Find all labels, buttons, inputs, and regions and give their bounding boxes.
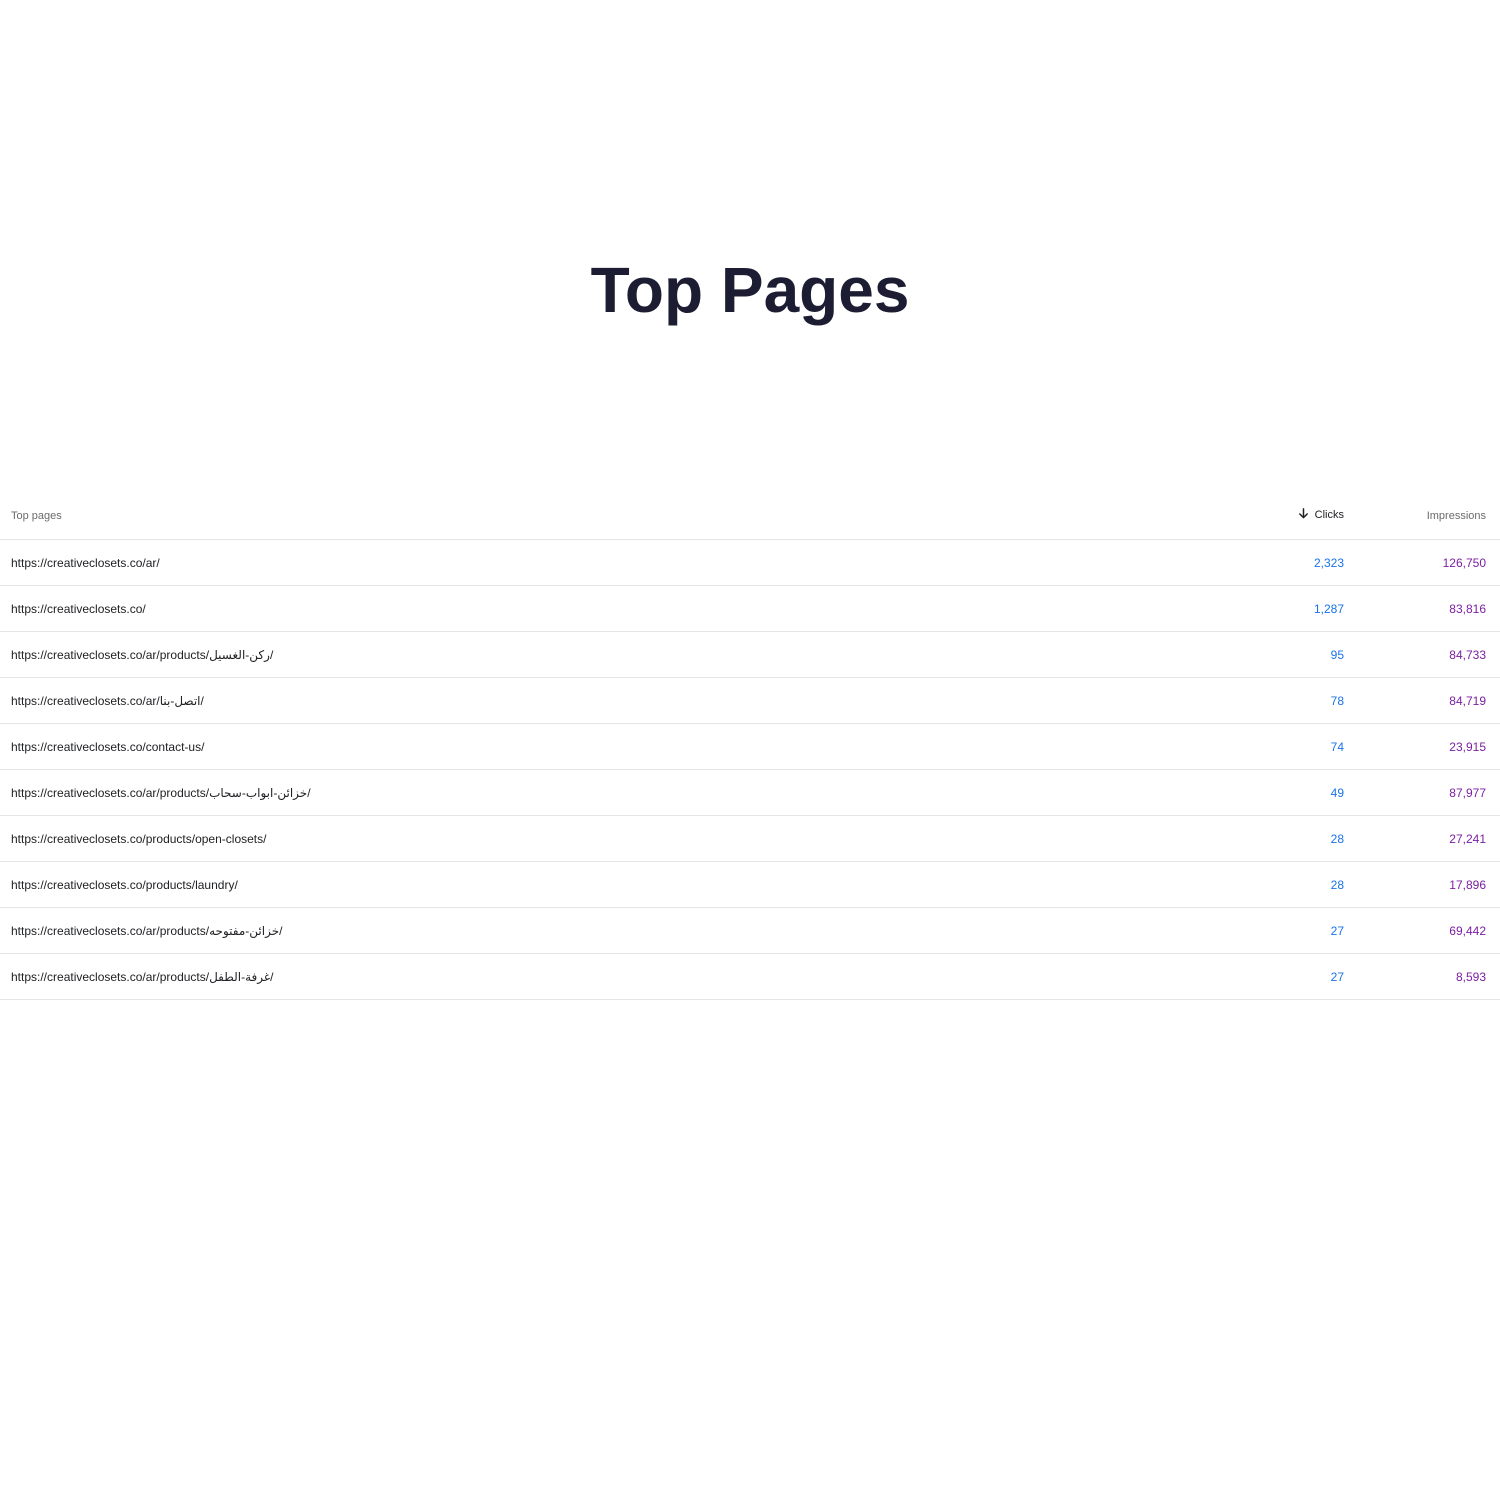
impressions-cell: 17,896 (1356, 861, 1500, 908)
page-url-cell[interactable]: https://creativeclosets.co/ (0, 585, 1200, 632)
table-header-row: Top pages Clicks Impressions (0, 492, 1500, 540)
column-header-label: Clicks (1314, 509, 1344, 522)
column-header-top-pages[interactable]: Top pages (0, 492, 1200, 540)
page-url-cell[interactable]: https://creativeclosets.co/products/laun… (0, 861, 1200, 908)
impressions-cell: 126,750 (1356, 539, 1500, 586)
column-header-label: Top pages (11, 509, 62, 522)
impressions-cell: 84,733 (1356, 631, 1500, 678)
page-url-cell[interactable]: https://creativeclosets.co/ar/products/ر… (0, 631, 1200, 678)
table-row[interactable]: https://creativeclosets.co/ar/اتصل-بنا/7… (0, 677, 1500, 724)
impressions-cell: 8,593 (1356, 953, 1500, 1000)
clicks-cell: 74 (1200, 723, 1356, 770)
page-url-cell[interactable]: https://creativeclosets.co/ar/ (0, 539, 1200, 586)
impressions-cell: 84,719 (1356, 677, 1500, 724)
clicks-cell: 1,287 (1200, 585, 1356, 632)
page-url-cell[interactable]: https://creativeclosets.co/ar/اتصل-بنا/ (0, 677, 1200, 724)
table-row[interactable]: https://creativeclosets.co/ar/products/خ… (0, 769, 1500, 816)
impressions-cell: 83,816 (1356, 585, 1500, 632)
impressions-cell: 69,442 (1356, 907, 1500, 954)
clicks-cell: 49 (1200, 769, 1356, 816)
column-header-impressions[interactable]: Impressions (1356, 492, 1500, 540)
page-url-cell[interactable]: https://creativeclosets.co/ar/products/خ… (0, 907, 1200, 954)
table-row[interactable]: https://creativeclosets.co/contact-us/74… (0, 723, 1500, 770)
table-row[interactable]: https://creativeclosets.co/ar/products/غ… (0, 953, 1500, 1000)
impressions-cell: 27,241 (1356, 815, 1500, 862)
page-title: Top Pages (590, 254, 910, 326)
clicks-cell: 95 (1200, 631, 1356, 678)
table-row[interactable]: https://creativeclosets.co/products/laun… (0, 861, 1500, 908)
impressions-cell: 23,915 (1356, 723, 1500, 770)
column-header-label: Impressions (1426, 509, 1486, 522)
clicks-cell: 28 (1200, 861, 1356, 908)
top-pages-table: Top pages Clicks Impressions https://cre… (0, 492, 1500, 1000)
page-url-cell[interactable]: https://creativeclosets.co/contact-us/ (0, 723, 1200, 770)
table-row[interactable]: https://creativeclosets.co/ar/products/خ… (0, 907, 1500, 954)
arrow-down-icon (1298, 507, 1309, 522)
clicks-cell: 2,323 (1200, 539, 1356, 586)
impressions-cell: 87,977 (1356, 769, 1500, 816)
table-row[interactable]: https://creativeclosets.co/products/open… (0, 815, 1500, 862)
table-row[interactable]: https://creativeclosets.co/ar/2,323 126,7… (0, 539, 1500, 586)
clicks-cell: 78 (1200, 677, 1356, 724)
page-url-cell[interactable]: https://creativeclosets.co/ar/products/خ… (0, 769, 1200, 816)
clicks-cell: 27 (1200, 907, 1356, 954)
clicks-cell: 28 (1200, 815, 1356, 862)
table-row[interactable]: https://creativeclosets.co/1,287 83,816 (0, 585, 1500, 632)
page-url-cell[interactable]: https://creativeclosets.co/products/open… (0, 815, 1200, 862)
column-header-clicks[interactable]: Clicks (1200, 492, 1356, 540)
table-row[interactable]: https://creativeclosets.co/ar/products/ر… (0, 631, 1500, 678)
page-url-cell[interactable]: https://creativeclosets.co/ar/products/غ… (0, 953, 1200, 1000)
clicks-cell: 27 (1200, 953, 1356, 1000)
